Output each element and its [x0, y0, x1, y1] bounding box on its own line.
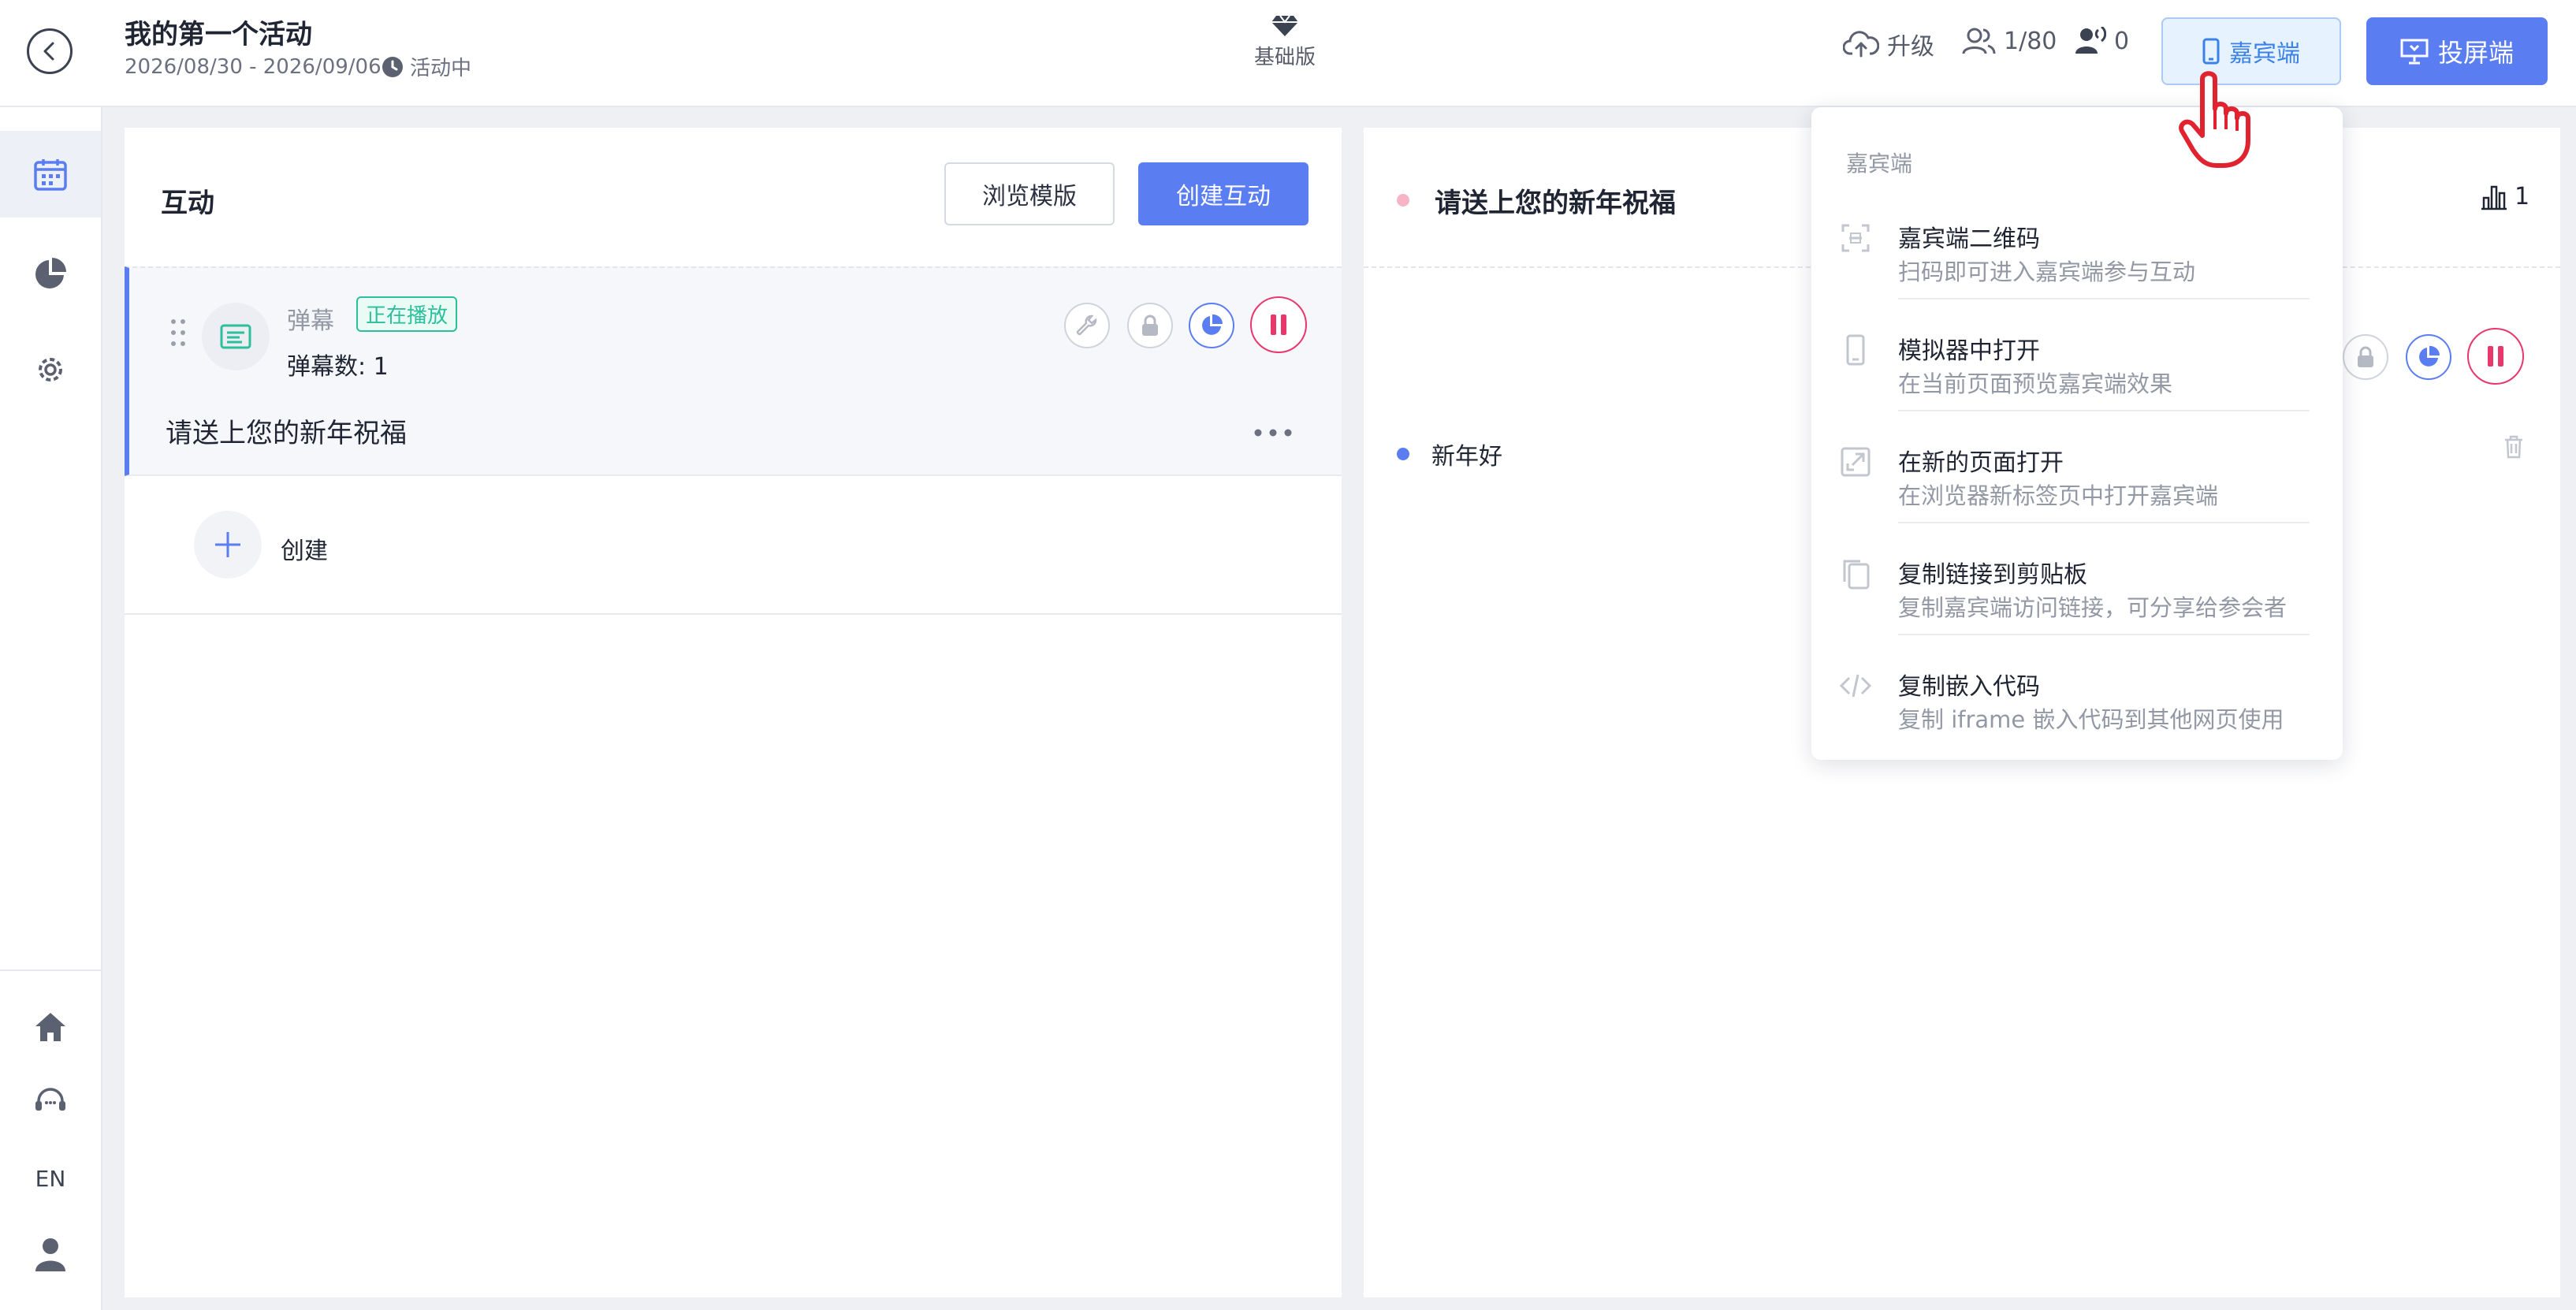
upgrade-label: 升级 — [1887, 33, 1934, 61]
back-button[interactable] — [27, 28, 73, 74]
menu-divider — [1898, 522, 2310, 523]
diamond-icon — [1271, 15, 1298, 36]
menu-item-embed-code[interactable]: 复制嵌入代码 复制 iframe 嵌入代码到其他网页使用 — [1811, 649, 2343, 761]
plan-label: 基础版 — [1253, 46, 1316, 69]
cloud-upload-icon — [1843, 31, 1879, 58]
results-count-text: 1 — [2515, 183, 2530, 210]
more-options-icon[interactable] — [1253, 426, 1293, 441]
plus-icon[interactable] — [194, 511, 262, 579]
menu-divider — [1898, 634, 2310, 635]
menu-divider — [1898, 298, 2310, 300]
detail-pause-button[interactable] — [2467, 328, 2524, 385]
menu-item-desc: 复制 iframe 嵌入代码到其他网页使用 — [1898, 706, 2284, 733]
create-interaction-button[interactable]: 创建互动 — [1138, 162, 1308, 225]
screen-button-label: 投屏端 — [2437, 38, 2514, 68]
lock-icon — [1142, 314, 1158, 336]
gear-icon — [39, 358, 62, 381]
plan-badge[interactable]: 基础版 — [1245, 14, 1324, 70]
participant-count-text: 1/80 — [2004, 27, 2057, 55]
code-icon — [1840, 674, 1871, 698]
menu-item-simulator[interactable]: 模拟器中打开 在当前页面预览嘉宾端效果 — [1811, 314, 2343, 426]
menu-item-title: 复制嵌入代码 — [1898, 673, 2040, 701]
pie-chart-icon — [2419, 345, 2440, 367]
guest-button-label: 嘉宾端 — [2229, 40, 2300, 68]
external-link-icon — [1841, 447, 1871, 477]
chevron-left-icon — [43, 42, 54, 61]
sidebar-item-settings[interactable] — [0, 326, 101, 413]
danmaku-icon — [202, 303, 270, 370]
online-count-text: 0 — [2114, 27, 2130, 55]
sidebar-item-support[interactable] — [0, 1058, 101, 1144]
browse-templates-button[interactable]: 浏览模版 — [944, 162, 1115, 225]
pause-icon — [1271, 314, 1286, 335]
event-status: 活动中 — [382, 52, 471, 81]
dropdown-header: 嘉宾端 — [1846, 151, 1913, 177]
menu-item-desc: 在浏览器新标签页中打开嘉宾端 — [1898, 482, 2219, 509]
calendar-icon — [34, 159, 67, 191]
menu-item-title: 模拟器中打开 — [1898, 337, 2040, 365]
message-dot — [1397, 448, 1409, 460]
menu-item-desc: 复制嘉宾端访问链接，可分享给参会者 — [1898, 594, 2288, 621]
online-users-icon — [2075, 27, 2106, 54]
detail-lock-button[interactable] — [2343, 334, 2388, 380]
home-icon — [35, 1013, 65, 1041]
danmaku-count: 弹幕数: 1 — [287, 353, 389, 381]
sidebar-item-stats[interactable] — [0, 230, 101, 317]
lock-icon — [2358, 346, 2373, 367]
detail-stats-button[interactable] — [2406, 334, 2451, 380]
language-toggle[interactable]: EN — [0, 1135, 101, 1222]
menu-item-desc: 在当前页面预览嘉宾端效果 — [1898, 370, 2173, 397]
message-text: 新年好 — [1431, 443, 1502, 471]
user-icon — [35, 1238, 65, 1271]
guest-dropdown-menu: 嘉宾端 嘉宾端二维码 扫码即可进入嘉宾端参与互动 模拟器中打开 在当前页面预览嘉… — [1811, 107, 2343, 760]
menu-item-title: 在新的页面打开 — [1898, 449, 2064, 477]
screen-button[interactable]: 投屏端 — [2366, 17, 2548, 85]
results-count[interactable]: 1 — [2480, 183, 2529, 210]
detail-title: 请送上您的新年祝福 — [1435, 188, 1676, 219]
wrench-icon — [1076, 314, 1097, 336]
pie-chart-icon — [1202, 314, 1223, 335]
sidebar-divider — [0, 969, 101, 971]
title-dot — [1397, 194, 1409, 207]
upgrade-button[interactable]: 升级 — [1843, 27, 1934, 61]
event-title: 我的第一个活动 — [125, 19, 312, 50]
clock-icon — [382, 56, 403, 77]
stats-button[interactable] — [1189, 303, 1234, 348]
create-label[interactable]: 创建 — [281, 531, 328, 566]
status-badge: 正在播放 — [356, 296, 458, 332]
copy-icon — [1843, 560, 1870, 590]
trash-icon[interactable] — [2503, 435, 2524, 462]
event-dates: 2026/08/30 - 2026/09/06 — [125, 55, 382, 79]
interaction-panel-title: 互动 — [161, 188, 214, 219]
menu-item-title: 嘉宾端二维码 — [1898, 225, 2040, 253]
menu-item-title: 复制链接到剪贴板 — [1898, 561, 2087, 589]
phone-icon — [1846, 334, 1865, 366]
interaction-type: 弹幕 — [287, 307, 334, 335]
menu-divider — [1898, 410, 2310, 411]
sidebar-item-calendar[interactable] — [0, 131, 101, 218]
pie-chart-icon — [35, 258, 66, 288]
sidebar-item-profile[interactable] — [0, 1211, 101, 1297]
qr-code-icon — [1841, 224, 1870, 252]
projector-icon — [2400, 39, 2429, 65]
phone-icon — [2202, 38, 2220, 65]
participant-count: 1/80 — [1961, 27, 2057, 55]
menu-item-desc: 扫码即可进入嘉宾端参与互动 — [1898, 259, 2196, 285]
bar-chart-icon — [2481, 185, 2507, 210]
status-text: 活动中 — [410, 57, 472, 80]
interaction-name: 请送上您的新年祝福 — [166, 418, 407, 449]
users-icon — [1962, 28, 1996, 54]
online-count: 0 — [2075, 27, 2129, 55]
hand-pointer-icon — [2179, 69, 2270, 173]
pause-button[interactable] — [1250, 296, 1307, 353]
settings-button[interactable] — [1064, 303, 1110, 348]
menu-item-new-page[interactable]: 在新的页面打开 在浏览器新标签页中打开嘉宾端 — [1811, 426, 2343, 538]
pause-icon — [2488, 346, 2503, 367]
drag-handle-icon[interactable] — [170, 318, 186, 353]
menu-item-copy-link[interactable]: 复制链接到剪贴板 复制嘉宾端访问链接，可分享给参会者 — [1811, 538, 2343, 649]
menu-item-qr-code[interactable]: 嘉宾端二维码 扫码即可进入嘉宾端参与互动 — [1811, 202, 2343, 314]
lock-button[interactable] — [1127, 303, 1173, 348]
support-icon — [35, 1088, 65, 1111]
